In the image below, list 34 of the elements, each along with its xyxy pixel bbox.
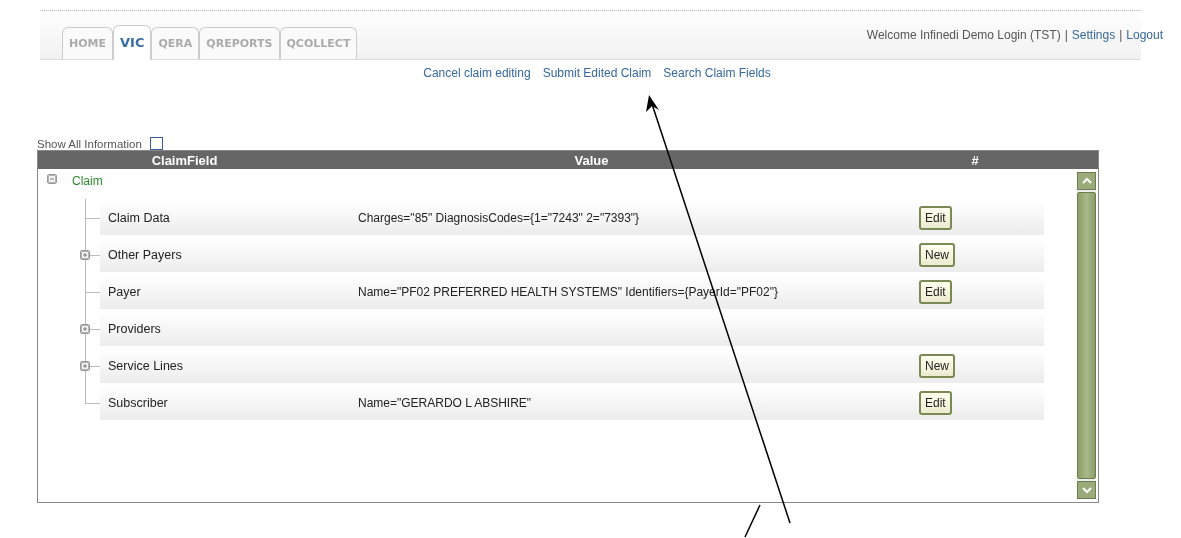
action-link[interactable]: Search Claim Fields [663,66,771,80]
field-name: Other Payers [107,247,183,262]
scroll-up-icon[interactable] [1080,177,1093,185]
action-link[interactable]: Submit Edited Claim [542,66,652,80]
field-name: Subscriber [107,395,169,410]
row-action-button[interactable]: Edit [919,390,952,415]
action-link[interactable]: Cancel claim editing [423,66,531,80]
field-name: Payer [107,284,142,299]
field-name: Claim Data [107,210,171,225]
welcome-text: Welcome Infinedi Demo Login (TST) [866,28,1061,42]
expand-icon[interactable] [80,323,90,334]
field-name: Providers [107,321,162,336]
nav-tab[interactable]: VIC [113,25,152,60]
field-value: Charges="85" DiagnosisCodes={1="7243" 2="7393"} [358,210,640,225]
show-all-label: Show All Information [37,137,142,150]
expand-icon[interactable] [80,249,90,260]
collapse-icon[interactable] [47,174,57,184]
row-action-button[interactable]: New [919,353,955,378]
row-action-button[interactable]: Edit [919,205,952,230]
scroll-down-icon[interactable] [1080,486,1093,494]
separator-text: | [1064,28,1068,42]
row-action-button[interactable]: Edit [919,279,952,304]
show-all-checkbox[interactable] [149,137,163,150]
field-name: Service Lines [107,358,185,373]
expand-icon[interactable] [80,360,90,371]
tree-node-label[interactable]: Claim [72,174,103,188]
table-header: ClaimField Value # [38,151,1098,169]
nav-link[interactable]: Logout [1126,28,1163,42]
separator-text: | [1119,28,1123,42]
annotation-line [744,504,761,538]
field-value: Name="GERARDO L ABSHIRE" [358,395,532,410]
scrollbar[interactable] [1077,172,1096,499]
row-action-button[interactable]: New [919,242,955,267]
nav-link[interactable]: Settings [1071,28,1116,42]
